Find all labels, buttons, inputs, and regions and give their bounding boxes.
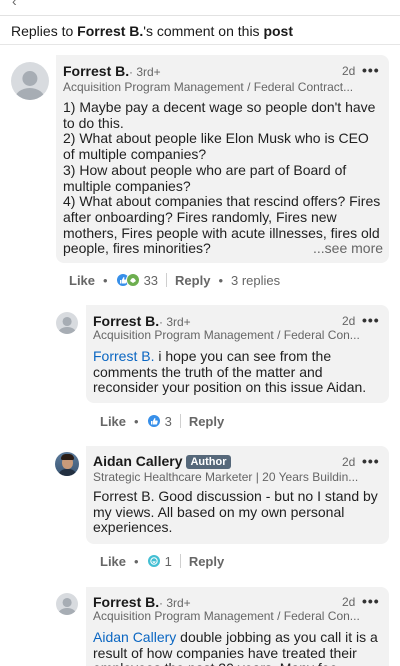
author-badge: Author (186, 455, 231, 469)
comment-text: 1) Maybe pay a decent wage so people don… (63, 99, 381, 257)
comment-text: Forrest B. i hope you can see from the c… (93, 348, 367, 396)
reply-actions: Like • 3 Reply (100, 413, 225, 429)
back-arrow-icon[interactable]: ‹ (12, 0, 17, 9)
connection-degree: · 3rd+ (129, 65, 161, 79)
avatar[interactable] (55, 452, 79, 476)
mention-link[interactable]: Forrest B. (93, 348, 154, 364)
top-bar: ‹ (0, 0, 400, 16)
header-middle: 's comment on this (143, 23, 264, 39)
funny-reaction-icon (146, 554, 161, 568)
like-button[interactable]: Like (69, 273, 95, 288)
see-more-link[interactable]: ...see more (309, 240, 384, 256)
commenter-headline: Acquisition Program Management / Federal… (93, 609, 360, 623)
comment-time: 2d (342, 455, 356, 469)
comment-time: 2d (342, 314, 356, 328)
avatar[interactable] (56, 312, 78, 334)
reply-button[interactable]: Reply (175, 273, 210, 288)
commenter-name[interactable]: Aidan Callery Author (93, 453, 231, 469)
replies-count-link[interactable]: 3 replies (231, 273, 280, 288)
commenter-name[interactable]: Forrest B. (63, 63, 129, 79)
comment-time: 2d (342, 64, 356, 78)
commenter-headline: Acquisition Program Management / Federal… (93, 328, 360, 342)
commenter-headline: Acquisition Program Management / Federal… (63, 80, 354, 94)
header-post-link[interactable]: post (263, 23, 293, 39)
commenter-name[interactable]: Forrest B. (93, 313, 159, 329)
avatar[interactable] (56, 593, 78, 615)
reaction-count[interactable]: 33 (144, 273, 158, 288)
more-options-icon[interactable]: ••• (362, 62, 380, 78)
connection-degree: · 3rd+ (159, 596, 191, 610)
comment-time: 2d (342, 595, 356, 609)
comment-text: Aidan Callery double jobbing as you call… (93, 629, 378, 666)
reply-bubble: Forrest B. · 3rd+ 2d ••• Acquisition Pro… (86, 587, 389, 666)
header-prefix: Replies to (11, 23, 78, 39)
more-options-icon[interactable]: ••• (362, 312, 380, 328)
like-button[interactable]: Like (100, 554, 126, 569)
connection-degree: · 3rd+ (159, 315, 191, 329)
header-name[interactable]: Forrest B. (77, 23, 143, 39)
page-title: Replies to Forrest B.'s comment on this … (0, 17, 400, 45)
commenter-name[interactable]: Forrest B. (93, 594, 159, 610)
comment-text: Forrest B. Good discussion - but no I st… (93, 488, 378, 536)
more-options-icon[interactable]: ••• (362, 593, 380, 609)
comment-bubble: Forrest B. · 3rd+ 2d ••• Acquisition Pro… (56, 55, 389, 263)
comment-actions: Like • 33 Reply • 3 replies (69, 272, 281, 288)
support-reaction-icon (125, 273, 140, 287)
reaction-count[interactable]: 1 (165, 554, 172, 569)
reply-button[interactable]: Reply (189, 554, 224, 569)
reaction-count[interactable]: 3 (165, 414, 172, 429)
mention-link[interactable]: Aidan Callery (93, 629, 176, 645)
commenter-headline: Strategic Healthcare Marketer | 20 Years… (93, 470, 359, 484)
reply-bubble: Aidan Callery Author 2d ••• Strategic Hea… (86, 446, 389, 544)
reply-actions: Like • 1 Reply (100, 553, 225, 569)
reply-bubble: Forrest B. · 3rd+ 2d ••• Acquisition Pro… (86, 305, 389, 403)
like-reaction-icon (146, 414, 161, 428)
like-button[interactable]: Like (100, 414, 126, 429)
more-options-icon[interactable]: ••• (362, 453, 380, 469)
avatar[interactable] (11, 62, 49, 100)
reply-button[interactable]: Reply (189, 414, 224, 429)
